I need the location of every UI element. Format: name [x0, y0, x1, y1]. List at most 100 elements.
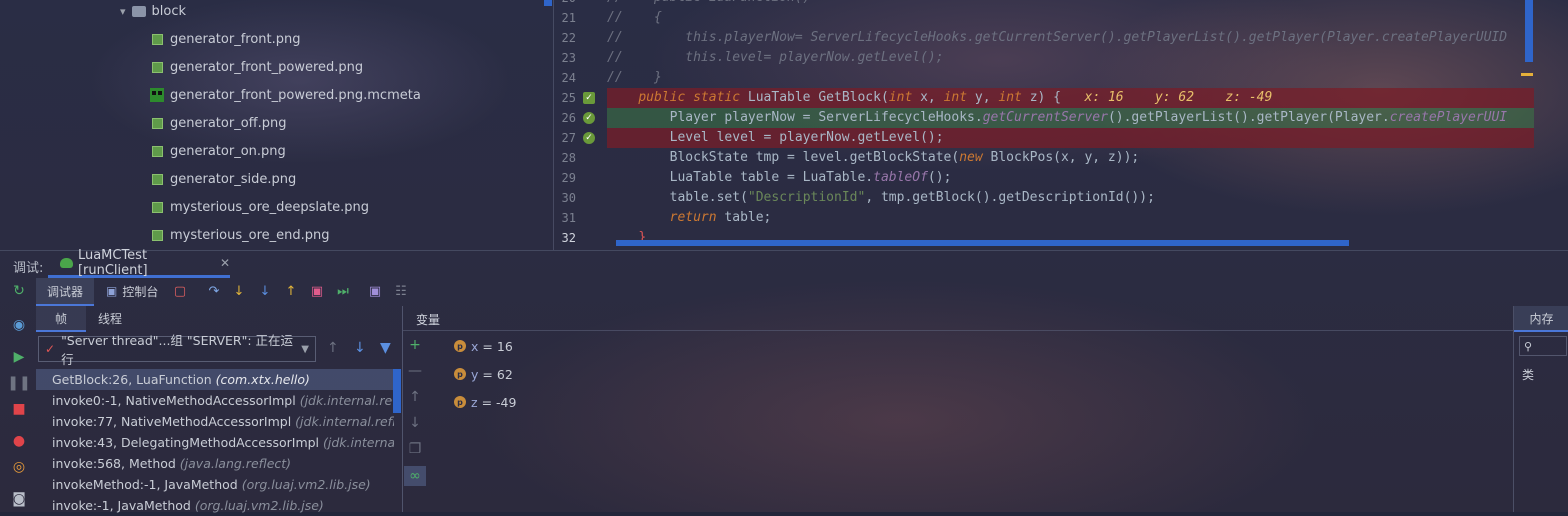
add-watch-icon[interactable]: + — [407, 337, 423, 353]
code-token: , tmp.getBlock().getDescriptionId()); — [865, 190, 1155, 205]
tree-file[interactable]: generator_front_powered.png — [152, 53, 363, 81]
pause-icon[interactable]: ❚❚ — [7, 374, 30, 392]
step-over-icon[interactable]: ↷ — [206, 283, 222, 299]
code-token: BlockState tmp = level.getBlockState( — [669, 150, 960, 165]
drop-frame-icon[interactable]: ▣ — [309, 283, 325, 299]
frames-header: 帧 线程 — [36, 306, 402, 332]
memory-panel: 内存 ⚲ 类 — [1513, 306, 1568, 512]
arrow-down-icon[interactable]: ↓ — [407, 415, 423, 431]
stack-frame-row[interactable]: invoke:568, Method (java.lang.reflect) — [36, 453, 394, 474]
code-keyword: int — [888, 90, 913, 105]
breakpoint-icon[interactable]: ✓ — [583, 132, 595, 144]
restore-layout-icon[interactable]: ▢ — [172, 283, 188, 299]
file-label: generator_side.png — [170, 171, 297, 187]
code-line: // { — [607, 10, 662, 25]
remove-watch-icon[interactable]: — — [407, 363, 423, 379]
memory-search-input[interactable]: ⚲ — [1519, 336, 1567, 356]
tab-memory[interactable]: 内存 — [1514, 306, 1568, 332]
stack-frame-row[interactable]: invoke:43, DelegatingMethodAccessorImpl … — [36, 432, 394, 453]
frame-package: (jdk.internal.reflect) — [299, 393, 394, 408]
code-static-call: createPlayerUUI — [1389, 110, 1508, 125]
tab-debugger[interactable]: 调试器 — [36, 278, 94, 306]
evaluate-expression-icon[interactable]: ▣ — [367, 283, 383, 299]
layout-settings-icon[interactable]: ☷ — [393, 283, 409, 299]
tree-file[interactable]: generator_on.png — [152, 137, 286, 165]
image-file-icon — [152, 201, 163, 213]
frame-package: (jdk.internal.refle — [323, 435, 394, 450]
code-static-call: getCurrentServer — [982, 110, 1108, 125]
stack-frame-row[interactable]: invokeMethod:-1, JavaMethod (org.luaj.vm… — [36, 474, 394, 495]
tab-console[interactable]: ▣ 控制台 — [106, 278, 158, 304]
variable-row[interactable]: p y = 62 — [454, 364, 513, 384]
frames-scrollbar[interactable] — [393, 369, 401, 413]
show-watches-icon[interactable]: ∞ — [404, 466, 426, 486]
panel-divider[interactable] — [402, 306, 403, 512]
code-line: // this.playerNow= ServerLifecycleHooks.… — [607, 30, 1508, 45]
tree-file[interactable]: generator_front.png — [152, 25, 301, 53]
tab-threads[interactable]: 线程 — [98, 306, 122, 330]
tree-file[interactable]: generator_side.png — [152, 165, 296, 193]
variable-name: z — [471, 394, 478, 410]
stack-frame-row[interactable]: invoke:-1, JavaMethod (org.luaj.vm2.lib.… — [36, 495, 394, 516]
frame-method: invoke:43, DelegatingMethodAccessorImpl — [52, 435, 323, 450]
tree-file[interactable]: mysterious_ore_deepslate.png — [152, 193, 369, 221]
thread-selector[interactable]: ✓ "Server thread"...组 "SERVER": 正在运行 ▼ — [38, 333, 316, 367]
mute-breakpoints-icon[interactable]: ◎ — [10, 458, 28, 476]
stack-frame-row[interactable]: invoke0:-1, NativeMethodAccessorImpl (jd… — [36, 390, 394, 411]
step-out-icon[interactable]: ↑ — [283, 283, 299, 299]
file-label: generator_front_powered.png.mcmeta — [170, 87, 421, 103]
code-string: "DescriptionId" — [747, 190, 866, 205]
tree-file[interactable]: generator_off.png — [152, 109, 286, 137]
rerun-icon[interactable]: ↻ — [10, 282, 28, 300]
arrow-up-icon[interactable]: ↑ — [407, 389, 423, 405]
variable-value: 62 — [496, 366, 513, 382]
arrow-down-icon[interactable]: ↓ — [354, 340, 366, 356]
code-line: LuaTable table = LuaTable.tableOf(); — [607, 168, 1534, 188]
line-number: 31 — [561, 211, 576, 225]
run-to-cursor-icon[interactable]: ⏭ — [335, 283, 351, 299]
breakpoint-icon[interactable]: ✓ — [583, 112, 595, 124]
tree-folder-block[interactable]: ▾ block — [120, 0, 186, 25]
code-token: (); — [927, 170, 952, 185]
line-number: 29 — [561, 171, 576, 185]
stack-frame-row[interactable]: GetBlock:26, LuaFunction (com.xtx.hello) — [36, 369, 394, 390]
image-file-icon — [152, 229, 163, 241]
tab-console-label: 控制台 — [122, 284, 159, 299]
variable-row[interactable]: p z = -49 — [454, 392, 516, 412]
line-number: 28 — [561, 151, 576, 165]
code-keyword: new — [959, 150, 983, 165]
run-config-label: LuaMCTest [runClient] — [77, 248, 148, 278]
code-method-name: GetBlock — [818, 90, 881, 105]
arrow-up-icon[interactable]: ↑ — [327, 340, 339, 356]
search-icon: ⚲ — [1524, 339, 1533, 353]
scroll-warning-marker[interactable] — [1521, 73, 1533, 76]
code-keyword: public static — [638, 90, 748, 105]
code-line-breakpoint: Level level = playerNow.getLevel(); — [607, 128, 1534, 148]
code-line: BlockState tmp = level.getBlockState(new… — [607, 148, 1534, 168]
resume-icon[interactable]: ▶ — [10, 348, 28, 366]
editor-scrollbar[interactable] — [1525, 0, 1533, 62]
tab-frames[interactable]: 帧 — [36, 306, 86, 332]
tree-file[interactable]: generator_front_powered.png.mcmeta — [150, 81, 421, 109]
stop-icon[interactable]: ■ — [10, 400, 28, 418]
tree-file[interactable]: mysterious_ore_end.png — [152, 221, 330, 249]
close-icon[interactable]: ✕ — [220, 256, 230, 270]
image-file-icon — [152, 117, 163, 129]
method-breakpoint-icon[interactable]: ✓ — [583, 92, 595, 104]
force-step-into-icon[interactable]: ↓ — [257, 283, 273, 299]
variable-value: 16 — [496, 338, 513, 354]
variable-name: x — [471, 338, 479, 354]
eye-icon[interactable]: ◉ — [10, 316, 28, 334]
code-line: table.set("DescriptionId", tmp.getBlock(… — [607, 188, 1534, 208]
code-editor[interactable]: // public LuaFunction() // { // this.pla… — [607, 0, 1537, 250]
run-config-tab[interactable]: LuaMCTest [runClient] ✕ — [48, 248, 230, 278]
view-breakpoints-icon[interactable]: ● — [10, 432, 28, 450]
image-file-icon — [152, 61, 163, 73]
copy-icon[interactable]: ❐ — [407, 441, 423, 457]
stack-frame-row[interactable]: invoke:77, NativeMethodAccessorImpl (jdk… — [36, 411, 394, 432]
variable-row[interactable]: p x = 16 — [454, 336, 513, 356]
step-into-icon[interactable]: ↓ — [231, 283, 247, 299]
camera-icon[interactable]: ◙ — [10, 490, 28, 508]
filter-icon[interactable]: ▼ — [380, 340, 391, 356]
line-number: 23 — [561, 51, 576, 65]
